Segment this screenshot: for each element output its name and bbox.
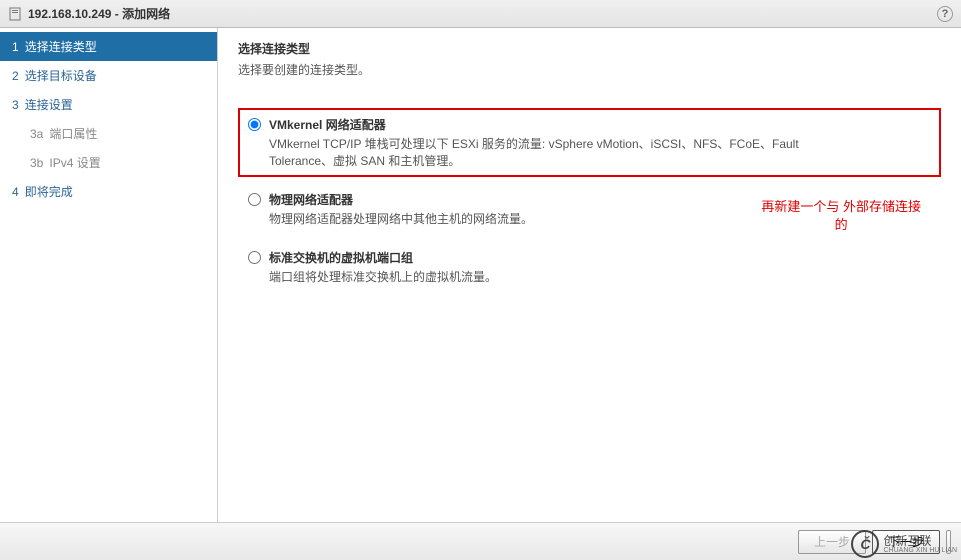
page-subtitle: 选择要创建的连接类型。 (238, 61, 941, 78)
main-panel: 选择连接类型 选择要创建的连接类型。 VMkernel 网络适配器 VMkern… (218, 28, 961, 522)
option-vmkernel-desc: VMkernel TCP/IP 堆栈可处理以下 ESXi 服务的流量: vSph… (269, 135, 799, 169)
option-vm-portgroup[interactable]: 标准交换机的虚拟机端口组 端口组将处理标准交换机上的虚拟机流量。 (238, 241, 941, 293)
step-port-properties[interactable]: 3a端口属性 (0, 119, 217, 148)
step-ready-complete[interactable]: 4即将完成 (0, 177, 217, 206)
titlebar: 192.168.10.249 - 添加网络 ? (0, 0, 961, 28)
step-target-device[interactable]: 2选择目标设备 (0, 61, 217, 90)
wizard-sidebar: 1选择连接类型 2选择目标设备 3连接设置 3a端口属性 3bIPv4 设置 4… (0, 28, 218, 522)
radio-physical-adapter[interactable] (248, 193, 261, 206)
watermark-logo-icon: Č (851, 530, 879, 558)
option-physical-desc: 物理网络适配器处理网络中其他主机的网络流量。 (269, 210, 533, 227)
annotation-text: 再新建一个与 外部存储连接 的 (761, 198, 921, 234)
window-title: 192.168.10.249 - 添加网络 (28, 5, 170, 22)
watermark-text: 创新互联 CHUANG XIN HU LIAN (883, 535, 957, 554)
option-physical-label: 物理网络适配器 (269, 191, 533, 208)
option-vm-portgroup-label: 标准交换机的虚拟机端口组 (269, 249, 497, 266)
step-ipv4-settings[interactable]: 3bIPv4 设置 (0, 148, 217, 177)
option-vmkernel-label: VMkernel 网络适配器 (269, 116, 799, 133)
page-heading: 选择连接类型 (238, 40, 941, 57)
watermark: Č 创新互联 CHUANG XIN HU LIAN (851, 530, 957, 558)
step-connection-type[interactable]: 1选择连接类型 (0, 32, 217, 61)
radio-vmkernel[interactable] (248, 118, 261, 131)
option-vm-portgroup-desc: 端口组将处理标准交换机上的虚拟机流量。 (269, 268, 497, 285)
radio-vm-portgroup[interactable] (248, 251, 261, 264)
option-vmkernel[interactable]: VMkernel 网络适配器 VMkernel TCP/IP 堆栈可处理以下 E… (238, 108, 941, 177)
wizard-footer: 上一步 下一步 (0, 522, 961, 560)
step-connection-settings[interactable]: 3连接设置 (0, 90, 217, 119)
help-icon[interactable]: ? (937, 6, 953, 22)
host-icon (8, 7, 22, 21)
